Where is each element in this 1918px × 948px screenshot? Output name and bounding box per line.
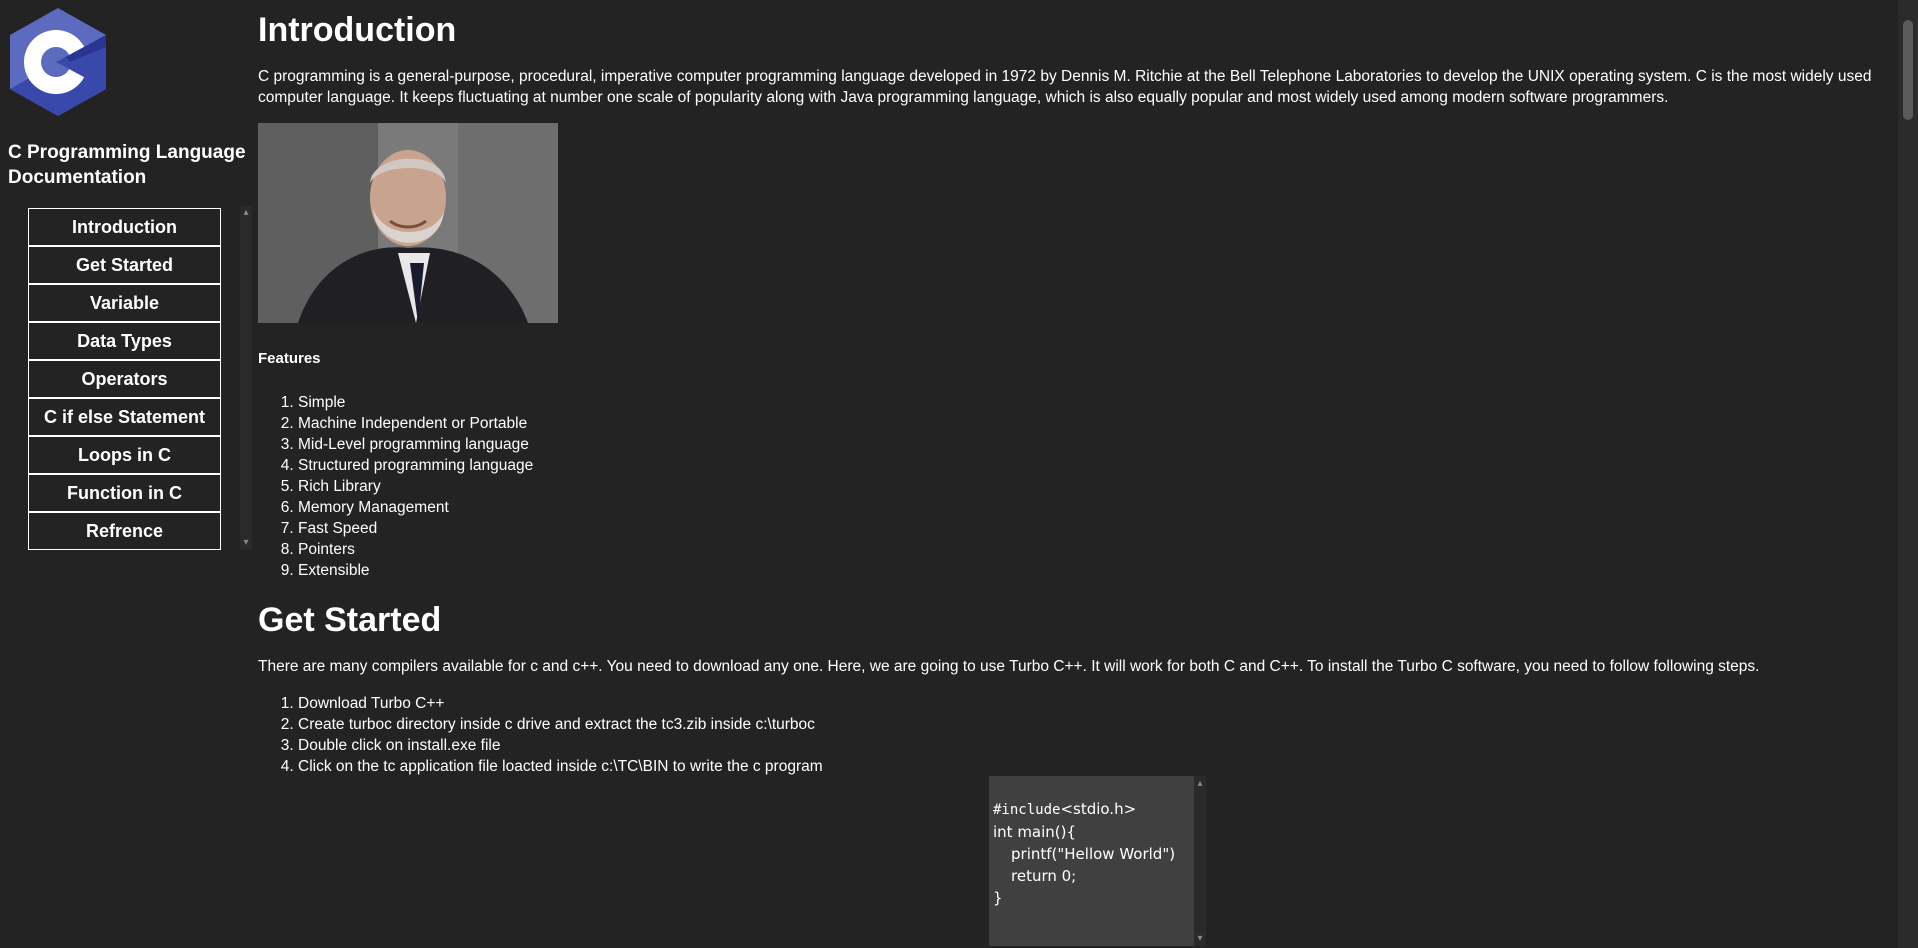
code-include-header: <stdio.h> [1060,800,1137,818]
sidebar: C Programming Language Documentation Int… [0,0,252,948]
get-started-paragraph: There are many compilers available for c… [258,658,1760,675]
c-language-logo-icon [6,6,110,116]
code-line: printf("Hellow World") [1011,845,1176,863]
list-item: Double click on install.exe file [298,735,823,756]
scroll-down-arrow-icon[interactable]: ▾ [1195,933,1205,944]
list-item: Download Turbo C++ [298,693,823,714]
code-line: } [993,889,1003,907]
scroll-up-arrow-icon[interactable]: ▴ [1195,778,1205,789]
features-label: Features [258,350,321,367]
list-item: Pointers [298,539,533,560]
scroll-up-arrow-icon[interactable]: ▴ [241,208,251,218]
list-item: Memory Management [298,497,533,518]
page-scrollbar-thumb[interactable] [1903,20,1913,120]
nav-item-refrence[interactable]: Refrence [28,512,221,550]
get-started-heading: Get Started [258,601,442,639]
c-logo-svg [10,8,106,116]
code-line: return 0; [1011,867,1077,885]
nav-item-loops[interactable]: Loops in C [28,436,221,474]
list-item: Extensible [298,560,533,581]
nav-item-introduction[interactable]: Introduction [28,208,221,246]
scroll-down-arrow-icon[interactable]: ▾ [241,538,251,548]
page: C Programming Language Documentation Int… [0,0,1918,948]
introduction-paragraph: C programming is a general-purpose, proc… [258,68,1872,106]
nav-item-get-started[interactable]: Get Started [28,246,221,284]
code-scrollbar[interactable]: ▴ ▾ [1194,776,1206,946]
introduction-heading: Introduction [258,11,457,49]
sidebar-title: C Programming Language Documentation [8,142,246,188]
dennis-ritchie-photo [258,123,558,323]
nav-list: Introduction Get Started Variable Data T… [28,208,221,550]
list-item: Mid-Level programming language [298,434,533,455]
list-item: Machine Independent or Portable [298,413,533,434]
portrait-illustration [258,123,558,323]
code-line: #include<stdio.h> [989,798,1194,821]
list-item: Rich Library [298,476,533,497]
list-item: Create turboc directory inside c drive a… [298,714,823,735]
list-item: Fast Speed [298,518,533,539]
features-list: Simple Machine Independent or Portable M… [258,392,533,581]
nav-item-if-else[interactable]: C if else Statement [28,398,221,436]
list-item: Simple [298,392,533,413]
install-steps-list: Download Turbo C++ Create turboc directo… [258,693,823,777]
list-item: Structured programming language [298,455,533,476]
nav-item-function[interactable]: Function in C [28,474,221,512]
list-item: Click on the tc application file loacted… [298,756,823,777]
page-scrollbar[interactable] [1898,0,1918,948]
main-content: Introduction C programming is a general-… [258,0,1898,948]
nav-item-variable[interactable]: Variable [28,284,221,322]
code-line: int main(){ [993,823,1077,841]
nav-item-operators[interactable]: Operators [28,360,221,398]
nav-item-data-types[interactable]: Data Types [28,322,221,360]
code-include-keyword: #include [993,802,1061,818]
nav-scrollbar[interactable]: ▴ ▾ [240,206,252,550]
code-block: #include<stdio.h> int main(){ printf("He… [989,776,1194,946]
